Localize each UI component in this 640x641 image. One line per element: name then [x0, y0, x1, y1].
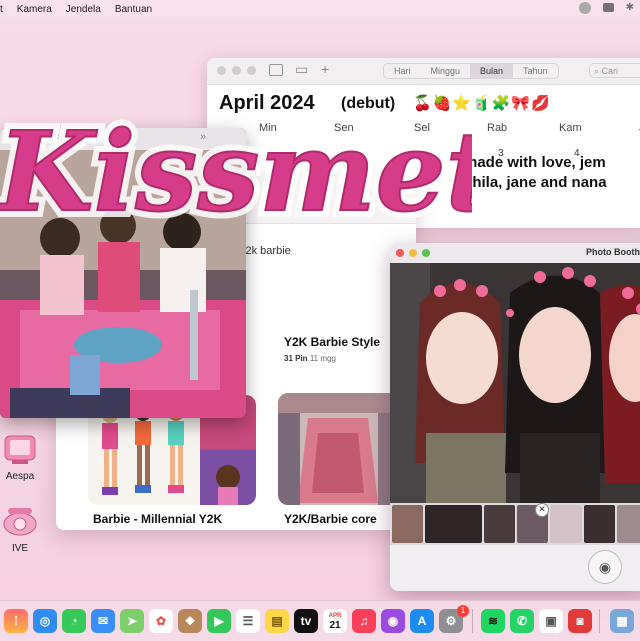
dock: ⁞ ◎ ◔ ✉ ➤ ✿ ❖ ▶ ☰ ▤ tv APR 21 ♫ ◉ A ⚙ 1 …: [0, 600, 640, 641]
menu-item-app[interactable]: t: [0, 4, 3, 15]
board-title-barbie-core[interactable]: Y2K/Barbie core: [284, 512, 377, 526]
delete-thumbnail-icon[interactable]: ✕: [535, 503, 549, 517]
pink-phone-icon: [3, 508, 37, 536]
calendar-note: made with love, jem shila, jane and nana: [464, 153, 607, 193]
svg-text:Kissmet: Kissmet: [0, 107, 472, 236]
weekday-kam: Kam: [559, 122, 582, 134]
notification-badge: 1: [457, 605, 469, 617]
dock-divider: [472, 609, 473, 633]
pin-count: 31 Pin: [284, 354, 308, 363]
view-week-button[interactable]: Minggu: [421, 64, 471, 78]
view-switcher: Hari Minggu Bulan Tahun: [383, 63, 559, 79]
dock-divider: [599, 609, 600, 633]
mail-icon[interactable]: ✉: [91, 609, 115, 633]
whatsapp-icon[interactable]: ✆: [510, 609, 534, 633]
thumbnail[interactable]: [392, 505, 424, 543]
calendar-icon[interactable]: APR 21: [323, 609, 347, 633]
board-age: 11 mgg: [309, 354, 336, 363]
thumbnail[interactable]: [583, 505, 615, 543]
spotify-icon[interactable]: ≋: [481, 609, 505, 633]
inbox-icon[interactable]: ▭: [295, 61, 308, 78]
thumbnail[interactable]: [616, 505, 640, 543]
zoom-button[interactable]: [247, 66, 256, 75]
photos-icon[interactable]: ✿: [149, 609, 173, 633]
thumbnail[interactable]: [425, 505, 482, 543]
camera-icon: ◉: [598, 558, 612, 575]
thumbnail[interactable]: [483, 505, 516, 543]
camera-preview: [390, 263, 640, 503]
menu-item-jendela[interactable]: Jendela: [66, 4, 101, 15]
search-query[interactable]: y2k barbie: [240, 245, 291, 257]
note-line-1: made with love, jem: [464, 154, 606, 171]
battery-icon[interactable]: [602, 3, 614, 12]
zoom-button[interactable]: [422, 249, 430, 257]
photo-booth-title: Photo Booth: [586, 247, 640, 257]
menu-item-bantuan[interactable]: Bantuan: [115, 4, 152, 15]
desktop-folder-icon[interactable]: ▦: [610, 609, 634, 633]
calendar-icon-day: 21: [329, 620, 341, 631]
view-month-button[interactable]: Bulan: [470, 64, 514, 78]
safari-icon[interactable]: ◎: [33, 609, 57, 633]
bluetooth-icon[interactable]: ✱: [626, 2, 634, 14]
view-day-button[interactable]: Hari: [384, 64, 421, 78]
apple-tv-icon[interactable]: tv: [294, 609, 318, 633]
photo-booth-titlebar: Photo Booth: [390, 243, 640, 264]
reminders-icon[interactable]: ☰: [236, 609, 260, 633]
photo-booth-window: Photo Booth ✕ ◉: [390, 243, 640, 591]
launchpad-icon[interactable]: ⁞: [4, 609, 28, 633]
board-title-barbie-millennial[interactable]: Barbie - Millennial Y2K: [93, 512, 222, 526]
facetime-icon[interactable]: ▶: [207, 609, 231, 633]
clothes-rack-image: [278, 393, 398, 505]
kissmet-logo: Kissmet Kissmet: [0, 100, 472, 240]
maps-icon[interactable]: ➤: [120, 609, 144, 633]
photo-thumbnail-strip: [390, 503, 640, 545]
board-meta: 31 Pin 11 mgg: [284, 354, 336, 363]
music-icon[interactable]: ♫: [352, 609, 376, 633]
weekday-rab: Rab: [487, 122, 508, 134]
view-year-button[interactable]: Tahun: [513, 64, 558, 78]
board-title-y2k-barbie-style[interactable]: Y2K Barbie Style: [284, 335, 380, 349]
messages-icon[interactable]: ◔: [62, 609, 86, 633]
board-card-barbie-core[interactable]: [278, 393, 398, 505]
close-button[interactable]: [396, 249, 404, 257]
globe-icon[interactable]: [578, 2, 591, 14]
app-store-icon[interactable]: A: [410, 609, 434, 633]
desktop-label-aespa: Aespa: [5, 471, 35, 482]
notes-brown-icon[interactable]: ❖: [178, 609, 202, 633]
sidebar-icon[interactable]: [269, 64, 283, 76]
desktop-folder-aespa[interactable]: Aespa: [0, 432, 40, 482]
close-button[interactable]: [217, 66, 226, 75]
add-event-icon[interactable]: +: [321, 61, 329, 77]
calendar-search-input[interactable]: ⌕ Cari: [589, 63, 640, 78]
preview-icon[interactable]: ▣: [539, 609, 563, 633]
menu-item-kamera[interactable]: Kamera: [17, 4, 52, 15]
notes-icon[interactable]: ▤: [265, 609, 289, 633]
desktop-label-ive: IVE: [11, 543, 29, 554]
podcasts-icon[interactable]: ◉: [381, 609, 405, 633]
minimize-button[interactable]: [232, 66, 241, 75]
menu-bar: t Kamera Jendela Bantuan ✱: [0, 0, 640, 18]
photo-booth-icon[interactable]: ◙: [568, 609, 592, 633]
thumbnail[interactable]: [550, 505, 582, 543]
minimize-button[interactable]: [409, 249, 417, 257]
menu-extras: ✱: [578, 2, 634, 14]
note-line-2: shila, jane and nana: [464, 174, 607, 191]
desktop-folder-ive[interactable]: IVE: [0, 504, 40, 554]
calendar-titlebar: ▭ + Hari Minggu Bulan Tahun ⌕ Cari: [207, 58, 640, 85]
selfie-photo: [390, 263, 640, 503]
pink-tv-icon: [4, 435, 36, 464]
take-photo-button[interactable]: ◉: [588, 550, 622, 584]
